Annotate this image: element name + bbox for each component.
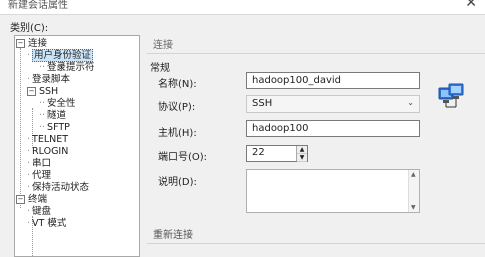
spin-down-icon[interactable]: ▼: [297, 154, 307, 162]
tree-item-ssh[interactable]: − SSH: [27, 86, 58, 98]
tree-item-keyboard[interactable]: · 键盘: [27, 206, 51, 218]
description-field[interactable]: ▲ ▼: [246, 169, 420, 213]
description-label: 说明(D):: [158, 177, 197, 188]
tree-item-rlogin[interactable]: · RLOGIN: [27, 146, 68, 158]
tree-item-login-prompt[interactable]: ·· 登录提示符: [39, 62, 95, 74]
host-label: 主机(H):: [158, 128, 197, 139]
hand-pointer-icon: ☝: [57, 60, 65, 74]
tree-item-serial[interactable]: · 串口: [27, 158, 51, 170]
window-title: 新建会话属性: [8, 0, 68, 11]
tree-item-sftp[interactable]: ·· SFTP: [39, 122, 70, 134]
tree-item-label: 保持活动状态: [32, 182, 90, 193]
protocol-value: SSH: [252, 98, 273, 109]
tree-item-label: 安全性: [47, 98, 76, 109]
reconnect-section-header: 重新连接: [147, 228, 485, 244]
tree-item-login-script[interactable]: · 登录脚本: [27, 74, 70, 86]
tree-item-label: 终端: [28, 194, 48, 205]
port-label: 端口号(O):: [158, 152, 208, 163]
name-label: 名称(N):: [158, 79, 197, 90]
scroll-up-icon[interactable]: ▲: [411, 171, 416, 178]
tree-item-proxy[interactable]: · 代理: [27, 170, 51, 182]
scroll-down-icon[interactable]: ▼: [411, 204, 416, 211]
tree-item-telnet[interactable]: · TELNET: [27, 134, 68, 146]
category-label: 类别(C):: [10, 23, 49, 34]
collapse-icon[interactable]: −: [16, 39, 25, 48]
tree-item-label: 登录提示符: [47, 62, 95, 73]
title-bar: 新建会话属性 ✕: [0, 0, 485, 15]
port-stepper[interactable]: ▲ ▼: [296, 146, 307, 162]
collapse-icon[interactable]: −: [27, 87, 36, 96]
tree-item-label: VT 模式: [32, 218, 67, 229]
tree-item-label: 隧道: [47, 110, 67, 121]
tree-item-label: 代理: [32, 170, 52, 181]
tree-item-label: 串口: [32, 158, 52, 169]
group-title: 常规: [150, 63, 170, 74]
host-field[interactable]: hadoop100: [246, 120, 420, 137]
protocol-label: 协议(P):: [158, 102, 196, 113]
tree-item-label: SSH: [39, 86, 59, 97]
section-header: 连接: [147, 37, 485, 54]
close-icon[interactable]: ✕: [465, 0, 477, 11]
tree-item-label: SFTP: [47, 122, 70, 133]
tree-item-keepalive[interactable]: · 保持活动状态: [27, 182, 89, 194]
tree-item-tunnel[interactable]: ·· 隧道: [39, 110, 66, 122]
scrollbar[interactable]: ▲ ▼: [408, 170, 419, 212]
tree-item-label: RLOGIN: [32, 146, 69, 157]
category-tree[interactable]: − 连接 · 用户身份验证 ·· 登录提示符 · 登录脚本 − SSH ·· 安全性 ·· 隧…: [14, 35, 140, 257]
chevron-down-icon: ⌄: [407, 98, 414, 107]
tree-item-label: 键盘: [32, 206, 52, 217]
network-computers-icon: [438, 83, 464, 108]
tree-item-label: TELNET: [32, 134, 69, 145]
tree-item-terminal[interactable]: − 终端: [16, 194, 47, 206]
name-field[interactable]: hadoop100_david: [246, 72, 420, 89]
tree-item-vt-mode[interactable]: · VT 模式: [27, 218, 66, 230]
tree-line: [20, 48, 21, 208]
collapse-icon[interactable]: −: [16, 195, 25, 204]
tree-item-label: 连接: [28, 38, 48, 49]
tree-item-security[interactable]: ·· 安全性: [39, 98, 76, 110]
protocol-select[interactable]: SSH ⌄: [246, 95, 420, 113]
spin-up-icon[interactable]: ▲: [297, 146, 307, 154]
tree-item-label: 登录脚本: [32, 74, 71, 85]
